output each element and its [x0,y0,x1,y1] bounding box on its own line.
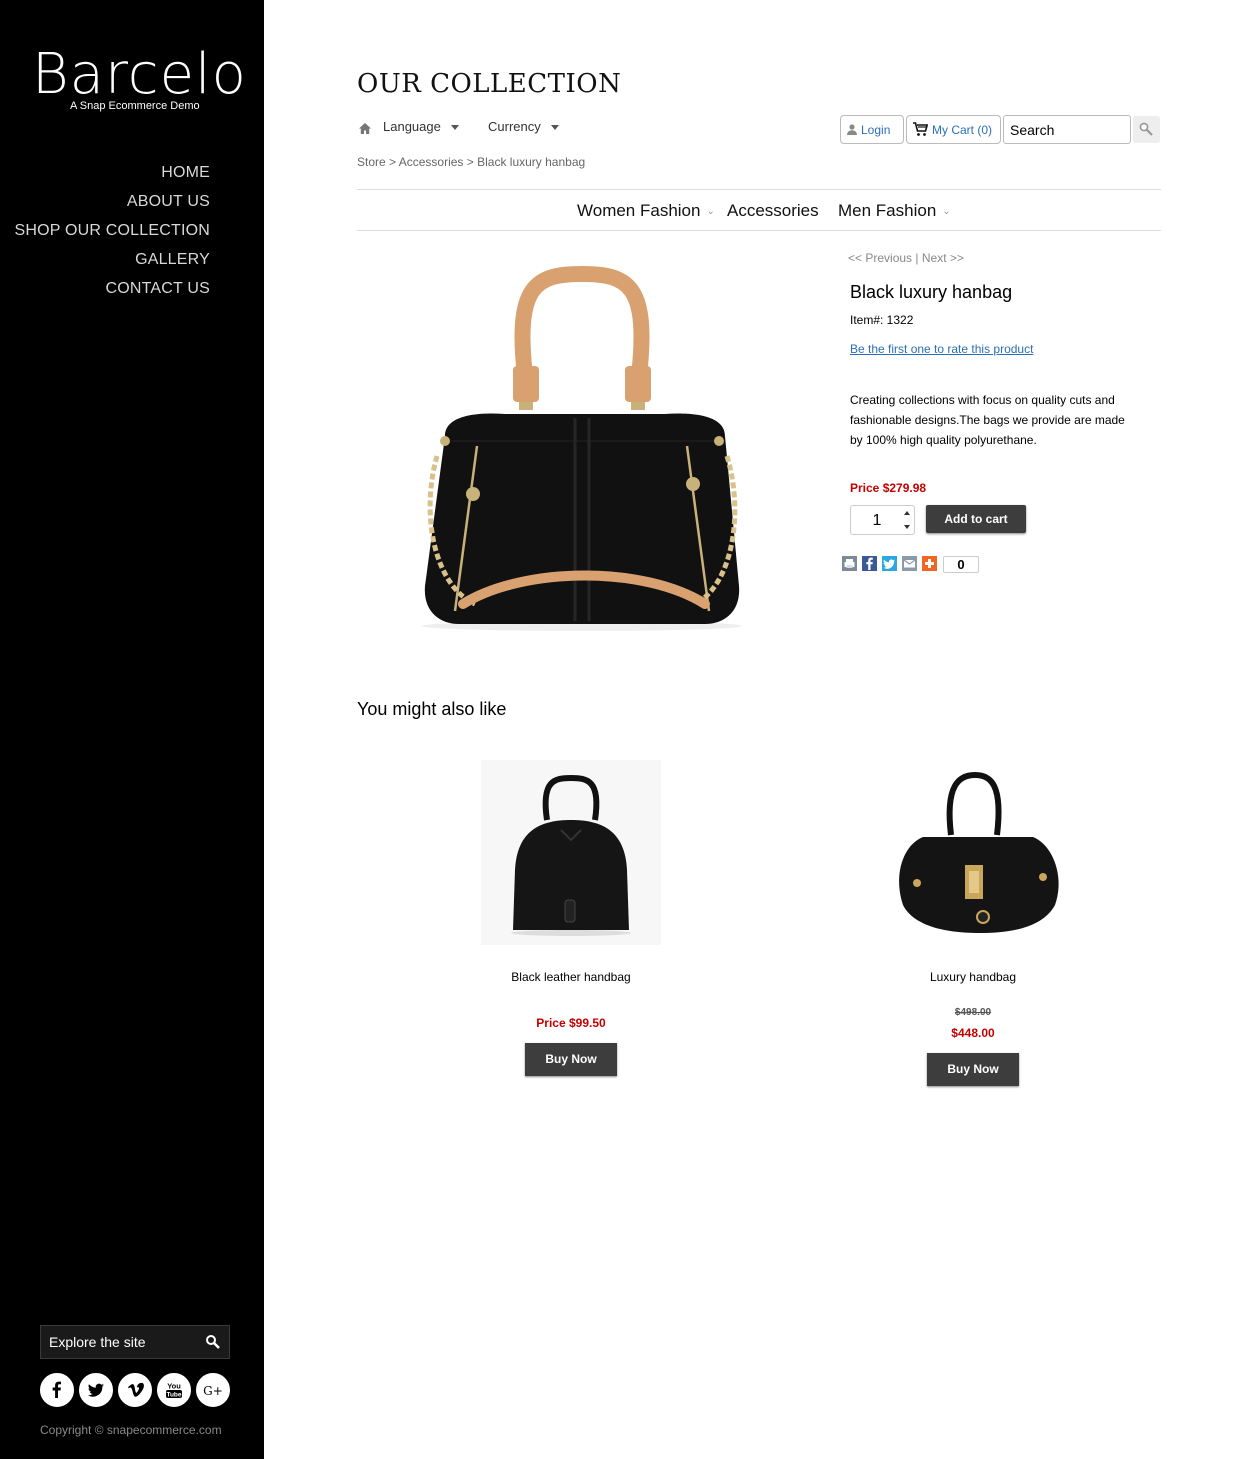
nav-shop-collection[interactable]: SHOP OUR COLLECTION [14,216,210,245]
copyright: Copyright © snapecommerce.com [40,1423,222,1437]
breadcrumb-separator: > [389,155,397,169]
related-item-image[interactable] [481,760,661,945]
category-women-fashion[interactable]: Women Fashion ⌄ [577,201,715,221]
user-icon [847,124,857,135]
buy-now-button[interactable]: Buy Now [525,1043,617,1076]
quantity-increase-icon[interactable] [900,506,914,520]
twitter-share-icon[interactable] [882,556,897,571]
vimeo-icon[interactable] [118,1373,152,1407]
explore-input[interactable] [41,1326,199,1358]
twitter-icon[interactable] [79,1373,113,1407]
chevron-down-icon [450,125,459,131]
currency-dropdown[interactable]: Currency [488,119,559,134]
facebook-share-icon[interactable] [862,556,877,571]
category-bar: Women Fashion ⌄ Accessories Men Fashion ⌄ [357,189,1161,231]
google-plus-logo-text: G+ [203,1384,223,1398]
product-image[interactable] [415,265,749,641]
youtube-logo-you: You [167,1382,181,1391]
rate-product-link[interactable]: Be the first one to rate this product [850,342,1033,356]
nav-gallery[interactable]: GALLERY [14,245,210,274]
nav-home[interactable]: HOME [14,158,210,187]
cart-label: My Cart (0) [932,123,992,137]
youtube-logo-tube: Tube [166,1392,181,1399]
explore-search [40,1325,230,1359]
related-item-image[interactable] [883,765,1063,940]
language-label: Language [383,119,441,134]
main-nav: HOME ABOUT US SHOP OUR COLLECTION GALLER… [14,158,210,303]
related-item-price: Price $99.50 [536,1016,606,1030]
quantity-stepper [850,505,915,536]
product-pagination: << Previous | Next >> [848,251,964,265]
page-title: OUR COLLECTION [357,69,622,99]
category-accessories[interactable]: Accessories [727,201,819,221]
chevron-down-icon: ⌄ [942,206,951,218]
facebook-icon[interactable] [40,1373,74,1407]
breadcrumb-store[interactable]: Store [357,155,386,169]
search-box [1003,115,1131,144]
breadcrumb-current: Black luxury hanbag [477,155,586,169]
logo-tagline: A Snap Ecommerce Demo [70,100,200,112]
breadcrumb: Store > Accessories > Black luxury hanba… [357,155,585,169]
next-link[interactable]: Next >> [922,251,964,265]
share-count: 0 [943,556,979,573]
youtube-icon[interactable]: You Tube [157,1373,191,1407]
search-button[interactable] [1133,116,1160,143]
search-input[interactable] [1004,116,1128,143]
breadcrumb-separator: > [466,155,474,169]
related-title: You might also like [357,699,507,719]
sidebar: Barcelo A Snap Ecommerce Demo HOME ABOUT… [0,0,264,1459]
nav-about-us[interactable]: ABOUT US [14,187,210,216]
quantity-input[interactable] [851,506,903,536]
related-item-price: $448.00 [951,1026,995,1040]
google-plus-icon[interactable]: G+ [196,1373,230,1407]
login-label: Login [861,123,891,137]
related-item-old-price: $498.00 [954,1007,992,1018]
cart-icon [913,122,928,136]
category-label: Accessories [727,201,819,220]
chevron-down-icon: ⌄ [706,206,715,218]
add-to-cart-button[interactable]: Add to cart [926,505,1026,533]
breadcrumb-category[interactable]: Accessories [399,155,464,169]
related-item-name[interactable]: Luxury handbag [863,970,1083,984]
search-icon [1139,122,1153,136]
language-dropdown[interactable]: Language [383,119,459,134]
print-icon[interactable] [842,556,857,571]
category-label: Women Fashion [577,201,701,220]
currency-label: Currency [488,119,541,134]
home-icon[interactable] [358,122,372,138]
email-share-icon[interactable] [902,556,917,571]
login-button[interactable]: Login [840,115,904,144]
quantity-decrease-icon[interactable] [900,520,914,534]
product-price: Price $279.98 [850,481,927,495]
category-label: Men Fashion [838,201,937,220]
buy-now-button[interactable]: Buy Now [927,1053,1019,1086]
product-description: Creating collections with focus on quali… [850,393,1125,447]
previous-link[interactable]: << Previous [848,251,912,265]
item-number: Item#: 1322 [850,313,914,327]
category-men-fashion[interactable]: Men Fashion ⌄ [838,201,951,221]
product-name: Black luxury hanbag [850,282,1013,302]
chevron-down-icon [550,125,559,131]
add-share-icon[interactable] [922,556,937,571]
cart-button[interactable]: My Cart (0) [906,115,1001,144]
related-item-name[interactable]: Black leather handbag [461,970,681,984]
nav-contact-us[interactable]: CONTACT US [14,274,210,303]
pagination-separator: | [915,251,919,265]
search-icon[interactable] [205,1334,221,1350]
